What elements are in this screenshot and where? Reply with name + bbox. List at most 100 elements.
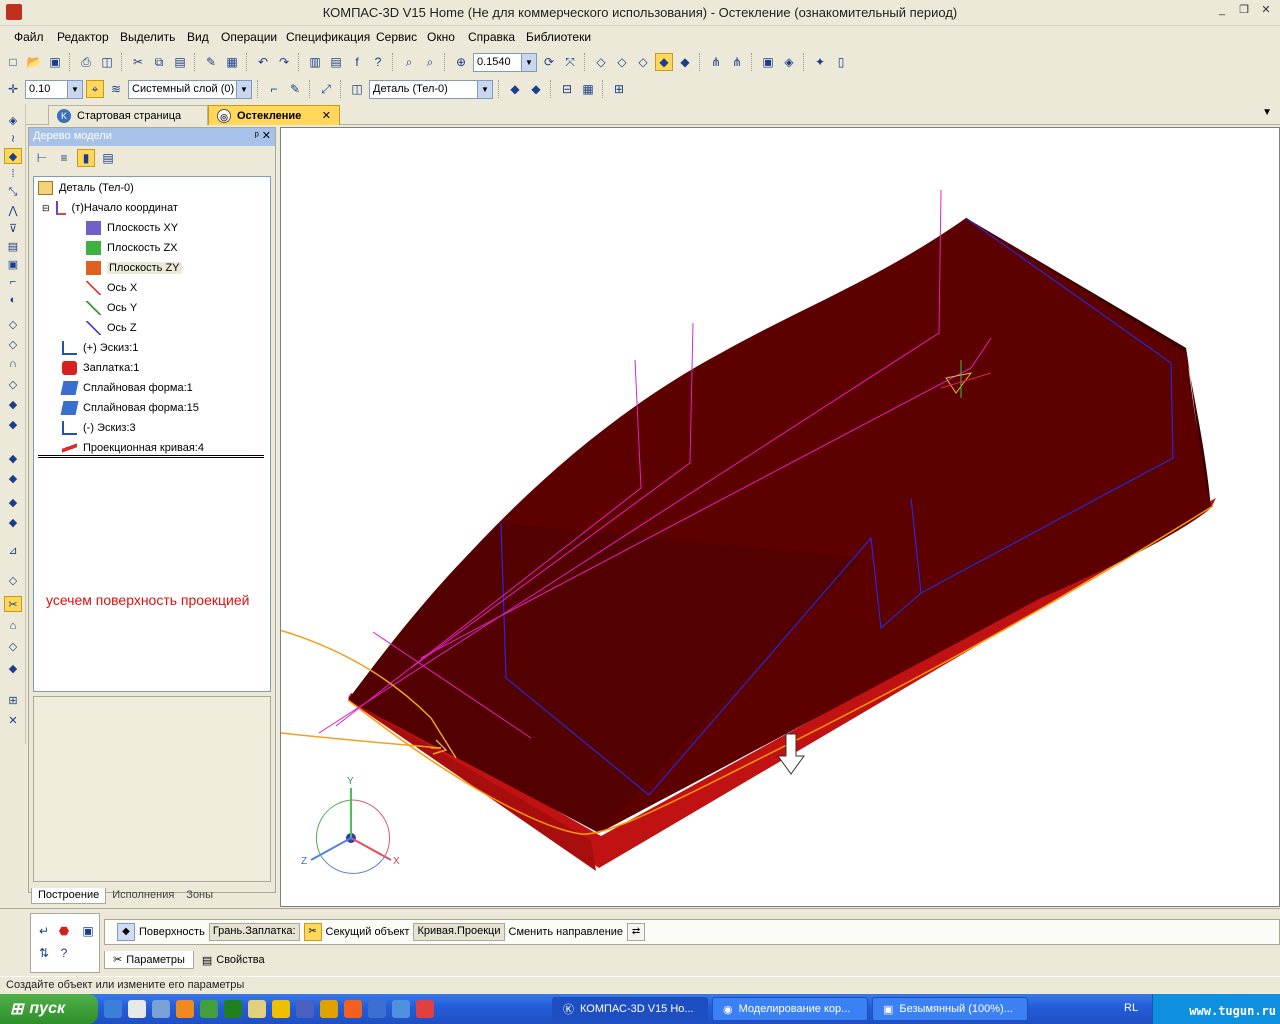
import-surface-icon[interactable]: ◆ [4, 450, 22, 466]
extend-surface-icon[interactable]: ⊿ [4, 542, 22, 558]
sheet-metal-icon[interactable]: ◐ [4, 292, 22, 308]
tree-node-axis-x[interactable]: Ось X [86, 279, 137, 297]
menu-window[interactable]: Окно [427, 30, 455, 44]
panel-pin-close-controls[interactable]: ᵖ ✕ [255, 129, 271, 142]
copy-icon[interactable]: ⧉ [150, 53, 168, 71]
report-icon[interactable]: ▤ [4, 238, 22, 254]
patch-icon[interactable]: ◆ [4, 396, 22, 412]
surface-label[interactable]: Поверхность [139, 926, 205, 938]
menu-editor[interactable]: Редактор [57, 30, 109, 44]
thin-lines-icon[interactable]: ◇ [634, 53, 652, 71]
media-icon[interactable] [128, 1000, 146, 1018]
print-icon[interactable]: ⎙ [77, 53, 95, 71]
task-kompas[interactable]: Ⓚ КОМПАС-3D V15 Ho... [552, 997, 708, 1021]
tree-structure-icon[interactable]: ⊢ [33, 149, 51, 167]
tree-end-marker[interactable] [38, 455, 264, 458]
perspective-icon[interactable]: ⋔ [707, 53, 725, 71]
help-icon[interactable]: ? [55, 944, 73, 962]
notes-icon[interactable] [248, 1000, 266, 1018]
snap-icon[interactable]: ⌖ [86, 80, 104, 98]
zoom-window-icon[interactable]: ⌕ [400, 53, 418, 71]
tree-node-plane-zy[interactable]: Плоскость ZY [86, 259, 182, 277]
kinematic-surface-icon[interactable]: ∩ [4, 356, 22, 372]
surface-field[interactable]: Грань.Заплатка: [208, 923, 300, 941]
folder-icon[interactable] [272, 1000, 290, 1018]
filter-icon[interactable]: ⊽ [4, 220, 22, 236]
flip-direction-label[interactable]: Сменить направление [509, 926, 624, 938]
zoom-icon[interactable]: ⊕ [452, 53, 470, 71]
tab-start-page[interactable]: K Стартовая страница [48, 105, 208, 125]
editing-icon[interactable]: ◈ [4, 112, 22, 128]
zoom-combo[interactable]: 0.1540 ▼ [473, 52, 537, 72]
parametric-icon[interactable]: ⤢ [317, 80, 335, 98]
extrude-surface-icon[interactable]: ◇ [4, 316, 22, 332]
arrays-icon[interactable]: ⁞ [4, 166, 22, 182]
spatial-curves-icon[interactable]: ≀ [4, 130, 22, 146]
tree-node-origin[interactable]: ⊟ (т)Начало координат [42, 199, 178, 217]
tab-zones[interactable]: Зоны [180, 888, 219, 904]
tree-node-plane-xy[interactable]: Плоскость XY [86, 219, 178, 237]
surface-select-icon[interactable]: ◆ [117, 923, 135, 941]
join-surface-icon[interactable]: ⌂ [4, 618, 22, 634]
app-icon-orange[interactable] [344, 1000, 362, 1018]
offset-surface-icon[interactable]: ◆ [4, 660, 22, 676]
sheet-icon[interactable]: ▯ [832, 53, 850, 71]
format-paint-icon[interactable]: ✎ [202, 53, 220, 71]
tab-glazing[interactable]: ◎ Остекление ✕ [208, 105, 340, 125]
orient-icon[interactable]: ⤧ [561, 53, 579, 71]
edit-sketch-icon[interactable]: ✎ [286, 80, 304, 98]
rotate-icon[interactable]: ⟳ [540, 53, 558, 71]
task-browser[interactable]: ◉ Моделирование кор... [712, 997, 868, 1021]
loft-surface-icon[interactable]: ◇ [4, 376, 22, 392]
menu-file[interactable]: Файл [14, 30, 44, 44]
menu-service[interactable]: Сервис [376, 30, 417, 44]
save-icon[interactable]: ▣ [46, 53, 64, 71]
minimize-button[interactable]: _ [1214, 4, 1230, 18]
app-icon-blue[interactable] [296, 1000, 314, 1018]
part-combo[interactable]: Деталь (Тел-0) ▼ [369, 79, 493, 99]
preview-icon[interactable]: ◫ [98, 53, 116, 71]
shaded-icon[interactable]: ◆ [655, 53, 673, 71]
auto-create-icon[interactable]: ▣ [79, 922, 97, 940]
create-object-icon[interactable]: ↵ [35, 922, 53, 940]
function-icon[interactable]: f [348, 53, 366, 71]
assembly-icon[interactable]: ◈ [780, 53, 798, 71]
menu-view[interactable]: Вид [187, 30, 209, 44]
ruled-surface-icon[interactable]: ◆ [4, 416, 22, 432]
menu-help[interactable]: Справка [468, 30, 515, 44]
tree-node-spline-form-15[interactable]: Сплайновая форма:15 [60, 399, 199, 417]
wireframe-icon[interactable]: ◇ [592, 53, 610, 71]
variables-icon[interactable]: ▤ [327, 53, 345, 71]
tree-node-axis-z[interactable]: Ось Z [86, 319, 137, 337]
zoom-all-icon[interactable]: ⌕ [421, 53, 439, 71]
points-surface-icon[interactable]: ◆ [4, 514, 22, 530]
menu-libraries[interactable]: Библиотеки [526, 30, 591, 44]
tree-filter-icon[interactable]: ▤ [99, 149, 117, 167]
tab-parameters[interactable]: ✂ Параметры [104, 951, 194, 969]
close-button[interactable]: ✕ [1258, 4, 1274, 18]
material-icon[interactable]: ◆ [527, 80, 545, 98]
tree-node-plane-zx[interactable]: Плоскость ZX [86, 239, 178, 257]
diagnostic-icon[interactable]: ⋀ [4, 202, 22, 218]
tree-node-patch[interactable]: Заплатка:1 [62, 359, 139, 377]
tab-versions[interactable]: Исполнения [106, 888, 180, 904]
color-icon[interactable]: ◆ [506, 80, 524, 98]
start-button[interactable]: ⊞ пуск [0, 994, 98, 1024]
tab-construction[interactable]: Построение [31, 888, 107, 904]
part-select-icon[interactable]: ◫ [348, 80, 366, 98]
chrome-icon[interactable] [416, 1000, 434, 1018]
step-cursor-icon[interactable]: ✛ [4, 80, 22, 98]
redo-icon[interactable]: ↷ [275, 53, 293, 71]
tree-node-sketch-1[interactable]: (+) Эскиз:1 [62, 339, 138, 357]
language-indicator[interactable]: RL [1124, 1002, 1138, 1014]
dimensions-icon[interactable]: ⌐ [4, 274, 22, 290]
new-document-icon[interactable]: □ [4, 53, 22, 71]
collapse-icon[interactable]: ⊟ [42, 203, 50, 214]
restore-surface-icon[interactable]: ⊞ [4, 692, 22, 708]
properties-icon[interactable]: ▦ [223, 53, 241, 71]
tab-close-icon[interactable]: ✕ [322, 109, 331, 122]
app-icon-light-blue[interactable] [392, 1000, 410, 1018]
tree-node-sketch-3[interactable]: (-) Эскиз:3 [62, 419, 136, 437]
auto-params-icon[interactable]: ⇅ [35, 944, 53, 962]
menu-select[interactable]: Выделить [120, 30, 175, 44]
